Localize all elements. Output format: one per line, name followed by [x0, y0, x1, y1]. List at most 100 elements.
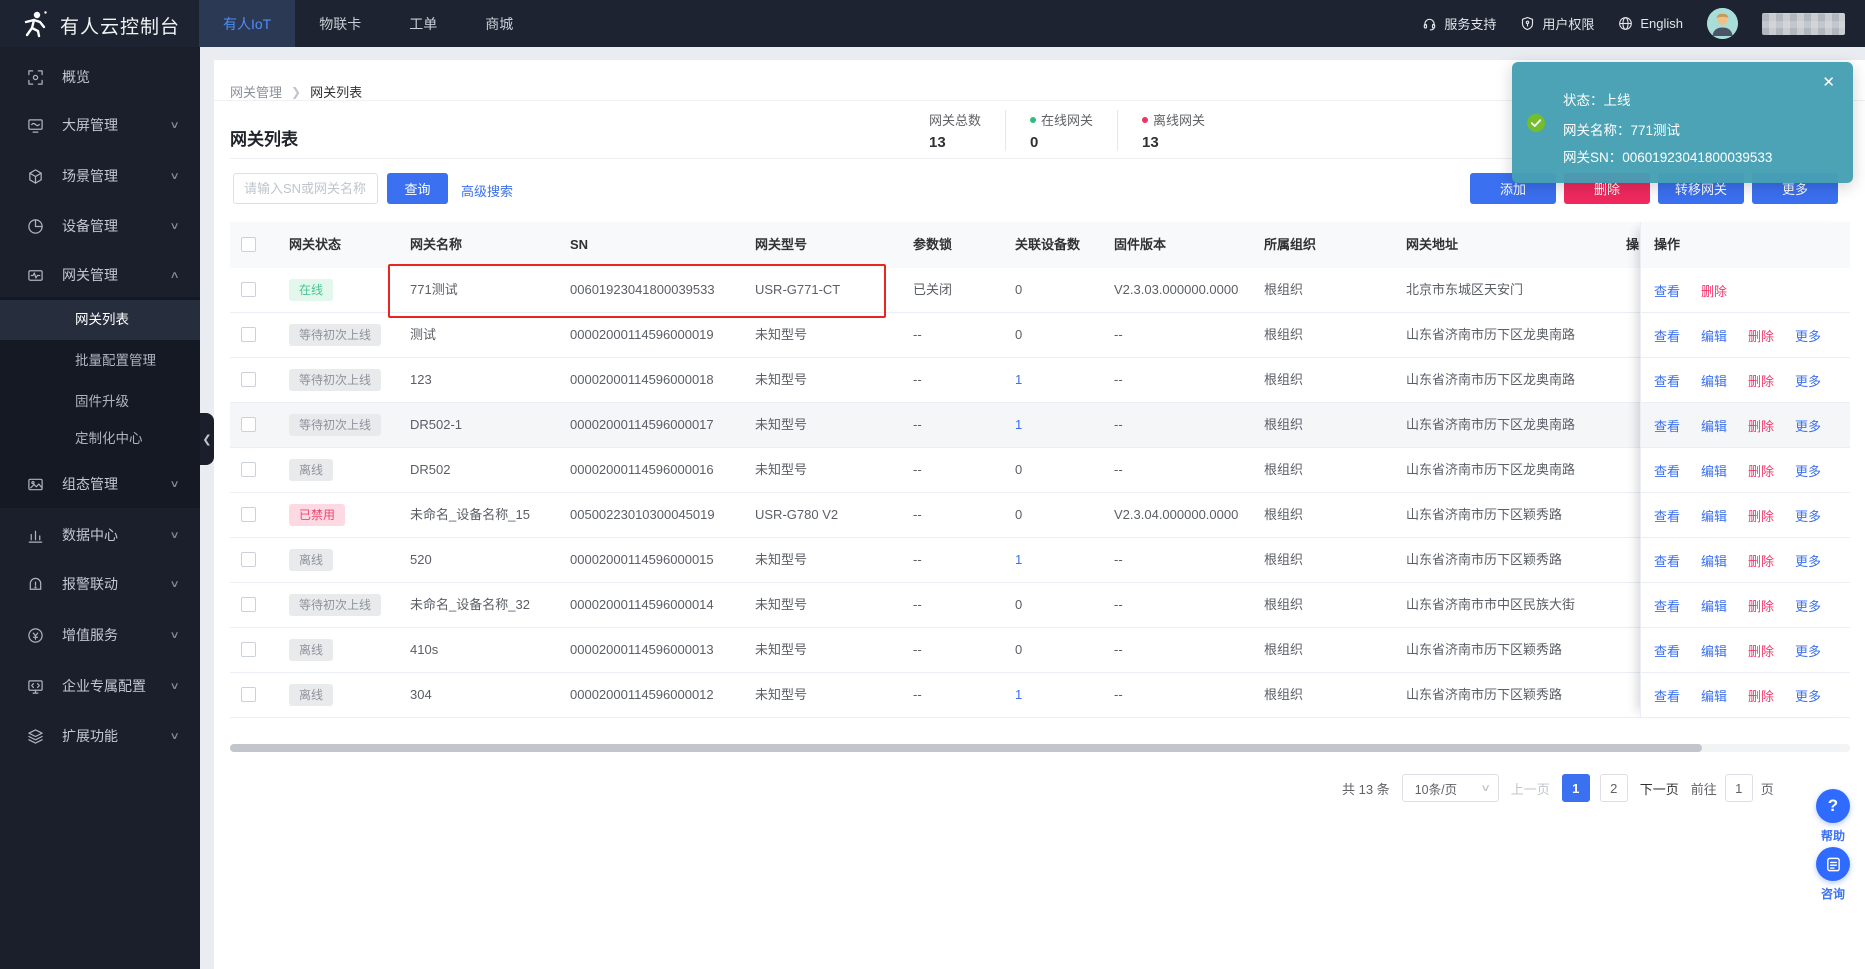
service-support-link[interactable]: 服务支持: [1422, 14, 1496, 33]
breadcrumb-separator-icon: ❯: [291, 84, 302, 99]
sidebar-item-9[interactable]: 企业专属配置 ∨: [0, 663, 200, 709]
horizontal-scrollbar-thumb[interactable]: [230, 744, 1702, 752]
status-notification-popup: ✕ 状态：上线 网关名称：771测试 网关SN：006019230418000395…: [1512, 62, 1853, 183]
view-link[interactable]: 查看: [1654, 641, 1680, 660]
prev-page-button[interactable]: 上一页: [1511, 779, 1550, 798]
view-link[interactable]: 查看: [1654, 686, 1680, 705]
delete-link[interactable]: 删除: [1748, 326, 1774, 345]
total-count-label: 共 13 条: [1342, 781, 1390, 797]
breadcrumb-gateway-mgmt[interactable]: 网关管理: [230, 82, 282, 101]
sidebar-item-1[interactable]: 大屏管理 ∨: [0, 102, 200, 148]
delete-link[interactable]: 删除: [1748, 551, 1774, 570]
more-link[interactable]: 更多: [1795, 506, 1821, 525]
view-link[interactable]: 查看: [1654, 461, 1680, 480]
view-link[interactable]: 查看: [1654, 416, 1680, 435]
sidebar-item-6[interactable]: 数据中心 ∨: [0, 512, 200, 558]
page-size-select[interactable]: 10条/页 ∨: [1401, 774, 1499, 802]
delete-link[interactable]: 删除: [1748, 596, 1774, 615]
user-permission-link[interactable]: 用户权限: [1520, 14, 1594, 33]
delete-link[interactable]: 删除: [1748, 686, 1774, 705]
sidebar-item-8[interactable]: 增值服务 ∨: [0, 612, 200, 658]
page-number-1[interactable]: 1: [1561, 774, 1590, 802]
cell-gateway-name: 520: [410, 552, 432, 567]
cell-device-count[interactable]: 1: [1015, 403, 1022, 447]
row-checkbox[interactable]: [241, 642, 256, 657]
tab-1[interactable]: 物联卡: [295, 0, 385, 47]
sidebar-item-5[interactable]: 组态管理 ∨: [0, 461, 200, 507]
edit-link[interactable]: 编辑: [1701, 551, 1727, 570]
more-link[interactable]: 更多: [1795, 596, 1821, 615]
edit-link[interactable]: 编辑: [1701, 596, 1727, 615]
edit-link[interactable]: 编辑: [1701, 641, 1727, 660]
row-actions-2: 查看 编辑 删除 更多: [1641, 358, 1850, 403]
more-link[interactable]: 更多: [1795, 371, 1821, 390]
row-checkbox[interactable]: [241, 597, 256, 612]
search-input[interactable]: [233, 173, 378, 204]
sidebar-subitem-3[interactable]: 定制化中心: [0, 419, 200, 459]
goto-page-input[interactable]: [1724, 774, 1753, 802]
edit-link[interactable]: 编辑: [1701, 326, 1727, 345]
sidebar-item-0[interactable]: 概览: [0, 54, 200, 100]
delete-link[interactable]: 删除: [1748, 371, 1774, 390]
view-link[interactable]: 查看: [1654, 281, 1680, 300]
cell-device-count[interactable]: 1: [1015, 673, 1022, 717]
row-checkbox[interactable]: [241, 417, 256, 432]
sidebar-item-7[interactable]: 报警联动 ∨: [0, 561, 200, 607]
edit-link[interactable]: 编辑: [1701, 506, 1727, 525]
sidebar-item-10[interactable]: 扩展功能 ∨: [0, 713, 200, 759]
next-page-button[interactable]: 下一页: [1640, 779, 1679, 798]
delete-link[interactable]: 删除: [1748, 416, 1774, 435]
row-checkbox[interactable]: [241, 507, 256, 522]
delete-link[interactable]: 删除: [1748, 641, 1774, 660]
sidebar-subitem-1[interactable]: 批量配置管理: [0, 341, 200, 381]
cell-device-count[interactable]: 1: [1015, 358, 1022, 402]
view-link[interactable]: 查看: [1654, 506, 1680, 525]
advanced-search-link[interactable]: 高级搜索: [461, 181, 513, 200]
more-link[interactable]: 更多: [1795, 416, 1821, 435]
delete-link[interactable]: 删除: [1748, 506, 1774, 525]
more-link[interactable]: 更多: [1795, 551, 1821, 570]
delete-link[interactable]: 删除: [1701, 281, 1727, 300]
view-link[interactable]: 查看: [1654, 596, 1680, 615]
edit-link[interactable]: 编辑: [1701, 371, 1727, 390]
consult-floating-button[interactable]: 咨询: [1813, 847, 1853, 902]
more-link[interactable]: 更多: [1795, 326, 1821, 345]
edit-link[interactable]: 编辑: [1701, 461, 1727, 480]
edit-link[interactable]: 编辑: [1701, 416, 1727, 435]
more-link[interactable]: 更多: [1795, 686, 1821, 705]
tab-2[interactable]: 工单: [385, 0, 461, 47]
tab-0[interactable]: 有人IoT: [199, 0, 296, 47]
cell-device-count[interactable]: 1: [1015, 538, 1022, 582]
select-all-checkbox[interactable]: [241, 237, 256, 252]
page-numbers: 12: [1561, 774, 1628, 802]
avatar[interactable]: [1707, 8, 1738, 39]
table-header: 网关状态 网关名称 SN 网关型号 参数锁 关联设备数 固件版本 所属组织 网关地址: [230, 222, 1850, 268]
sidebar-item-3[interactable]: 设备管理 ∨: [0, 203, 200, 249]
edit-link[interactable]: 编辑: [1701, 686, 1727, 705]
more-link[interactable]: 更多: [1795, 641, 1821, 660]
row-checkbox[interactable]: [241, 462, 256, 477]
user-name-blurred[interactable]: [1762, 12, 1845, 35]
view-link[interactable]: 查看: [1654, 326, 1680, 345]
row-checkbox[interactable]: [241, 282, 256, 297]
sidebar-item-4[interactable]: 网关管理 ∧: [0, 252, 200, 298]
tab-3[interactable]: 商城: [461, 0, 537, 47]
row-checkbox[interactable]: [241, 552, 256, 567]
help-floating-button[interactable]: ? 帮助: [1813, 789, 1853, 844]
row-checkbox[interactable]: [241, 687, 256, 702]
close-icon[interactable]: ✕: [1822, 75, 1835, 90]
delete-link[interactable]: 删除: [1748, 461, 1774, 480]
sidebar-item-2[interactable]: 场景管理 ∨: [0, 153, 200, 199]
view-link[interactable]: 查看: [1654, 551, 1680, 570]
sidebar-collapse-handle[interactable]: ❮: [200, 413, 214, 465]
row-checkbox[interactable]: [241, 327, 256, 342]
view-link[interactable]: 查看: [1654, 371, 1680, 390]
sidebar-subitem-0[interactable]: 网关列表: [0, 300, 200, 340]
page-number-2[interactable]: 2: [1599, 774, 1628, 802]
status-badge: 在线: [289, 279, 334, 301]
language-switch[interactable]: English: [1618, 16, 1683, 31]
row-checkbox[interactable]: [241, 372, 256, 387]
search-button[interactable]: 查询: [387, 173, 448, 204]
more-link[interactable]: 更多: [1795, 461, 1821, 480]
sidebar-subitem-2[interactable]: 固件升级: [0, 382, 200, 422]
